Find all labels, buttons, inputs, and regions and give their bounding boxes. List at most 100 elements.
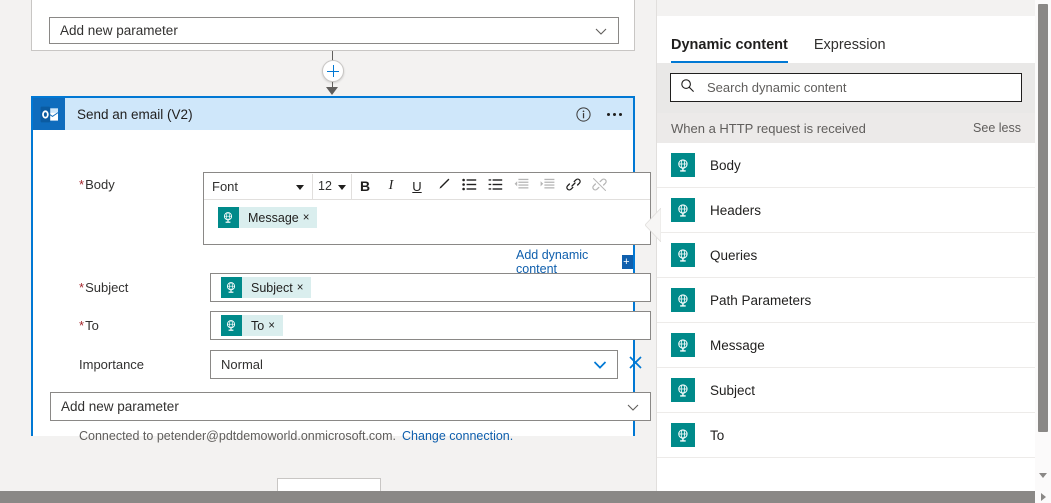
bulleted-list-icon xyxy=(462,178,477,194)
dynamic-content-panel: Dynamic content Expression When a HTTP r… xyxy=(656,0,1035,494)
dynamic-content-list: Body Headers xyxy=(657,143,1035,458)
increase-indent-button[interactable] xyxy=(534,174,560,199)
font-size-dropdown[interactable]: 12 xyxy=(313,174,352,199)
importance-dropdown[interactable]: Normal xyxy=(210,350,618,379)
underline-button[interactable]: U xyxy=(404,174,430,199)
dynamic-token-message[interactable]: Message × xyxy=(218,207,317,228)
chevron-down-icon xyxy=(593,359,607,374)
http-request-icon xyxy=(671,333,695,357)
scroll-right-arrow-icon xyxy=(1041,493,1046,501)
body-editor-area[interactable]: Message × xyxy=(204,200,650,244)
tab-expression-label: Expression xyxy=(814,37,886,53)
list-item-label: Headers xyxy=(710,203,761,218)
outlook-icon xyxy=(33,98,65,130)
vertical-scrollbar[interactable] xyxy=(1035,0,1051,494)
decrease-indent-button[interactable] xyxy=(508,174,534,199)
add-dynamic-content-link[interactable]: Add dynamic content xyxy=(516,248,616,276)
italic-button[interactable]: I xyxy=(378,174,404,199)
subject-label-text: Subject xyxy=(85,280,128,295)
bulleted-list-button[interactable] xyxy=(456,174,482,199)
add-new-parameter-label: Add new parameter xyxy=(61,399,179,414)
dynamic-content-group-header[interactable]: When a HTTP request is received See less xyxy=(657,113,1035,143)
importance-value: Normal xyxy=(221,357,263,372)
list-item[interactable]: Queries xyxy=(657,233,1035,278)
token-remove-icon[interactable]: × xyxy=(297,282,312,294)
dynamic-content-callout-pointer xyxy=(645,208,661,240)
http-request-icon xyxy=(671,288,695,312)
add-dynamic-content[interactable]: Add dynamic content + xyxy=(516,248,633,276)
search-box[interactable] xyxy=(670,73,1022,102)
action-card-header-actions xyxy=(576,98,624,130)
action-card-header[interactable]: Send an email (V2) xyxy=(33,98,633,130)
app-root: Add new parameter xyxy=(0,0,1051,503)
scroll-down-arrow-icon[interactable] xyxy=(1039,473,1047,478)
body-rich-text-editor[interactable]: Font 12 B I xyxy=(203,172,651,245)
add-dynamic-content-plus-button[interactable]: + xyxy=(622,255,633,269)
horizontal-scroll-right-button[interactable] xyxy=(1035,491,1051,503)
horizontal-scrollbar[interactable] xyxy=(0,491,1051,503)
numbered-list-icon xyxy=(488,178,503,194)
http-request-icon xyxy=(671,153,695,177)
to-label-text: To xyxy=(85,318,99,333)
action-card-title: Send an email (V2) xyxy=(77,107,193,122)
importance-field-label: Importance xyxy=(79,357,144,372)
text-color-button[interactable] xyxy=(430,174,456,199)
list-item[interactable]: Headers xyxy=(657,188,1035,233)
tab-dynamic-content-label: Dynamic content xyxy=(671,37,788,53)
connection-status: Connected to petender@pdtdemoworld.onmic… xyxy=(79,429,513,443)
list-item[interactable]: Body xyxy=(657,143,1035,188)
list-item[interactable]: Path Parameters xyxy=(657,278,1035,323)
http-request-icon xyxy=(671,378,695,402)
list-item[interactable]: Message xyxy=(657,323,1035,368)
change-connection-link[interactable]: Change connection. xyxy=(402,429,513,443)
list-item-label: Path Parameters xyxy=(710,293,811,308)
connector-arrow-icon xyxy=(326,87,338,95)
list-item-label: To xyxy=(710,428,724,443)
list-item[interactable]: Subject xyxy=(657,368,1035,413)
importance-clear-button[interactable] xyxy=(627,354,647,374)
insert-step-button[interactable] xyxy=(322,60,344,82)
tab-dynamic-content[interactable]: Dynamic content xyxy=(671,37,788,63)
bold-icon: B xyxy=(360,178,370,194)
to-required-mark: * xyxy=(79,318,84,333)
previous-add-new-parameter-label: Add new parameter xyxy=(60,23,178,38)
http-request-icon xyxy=(221,315,242,336)
previous-add-new-parameter-select[interactable]: Add new parameter xyxy=(49,17,619,44)
increase-indent-icon xyxy=(540,178,555,194)
http-request-icon xyxy=(671,243,695,267)
add-new-parameter-select[interactable]: Add new parameter xyxy=(50,392,651,421)
rich-text-toolbar: Font 12 B I xyxy=(204,173,650,200)
dynamic-token-to[interactable]: To × xyxy=(221,315,283,336)
list-item-label: Subject xyxy=(710,383,755,398)
unlink-icon xyxy=(592,177,607,195)
list-item[interactable]: To xyxy=(657,413,1035,458)
vertical-scrollbar-thumb[interactable] xyxy=(1038,4,1048,432)
flow-connector xyxy=(318,51,348,96)
font-family-dropdown[interactable]: Font xyxy=(205,174,313,199)
subject-input[interactable]: Subject × xyxy=(210,273,651,302)
subject-required-mark: * xyxy=(79,280,84,295)
tab-expression[interactable]: Expression xyxy=(814,37,886,63)
remove-link-button[interactable] xyxy=(586,174,612,199)
token-remove-icon[interactable]: × xyxy=(303,212,318,224)
numbered-list-button[interactable] xyxy=(482,174,508,199)
insert-link-button[interactable] xyxy=(560,174,586,199)
see-less-toggle[interactable]: See less xyxy=(973,121,1021,135)
flow-canvas: Add new parameter xyxy=(0,0,656,494)
http-request-icon xyxy=(671,198,695,222)
font-size-value: 12 xyxy=(318,179,332,193)
search-icon xyxy=(680,78,695,98)
bold-button[interactable]: B xyxy=(352,174,378,199)
token-label: Subject xyxy=(242,281,297,295)
list-item-label: Body xyxy=(710,158,741,173)
info-icon[interactable] xyxy=(576,107,591,122)
link-icon xyxy=(566,177,581,195)
search-input[interactable] xyxy=(705,79,985,96)
token-remove-icon[interactable]: × xyxy=(268,320,283,332)
importance-label-text: Importance xyxy=(79,357,144,372)
to-input[interactable]: To × xyxy=(210,311,651,340)
ellipsis-icon[interactable] xyxy=(605,109,624,120)
dynamic-token-subject[interactable]: Subject × xyxy=(221,277,311,298)
chevron-down-icon xyxy=(595,25,606,36)
http-request-icon xyxy=(671,423,695,447)
